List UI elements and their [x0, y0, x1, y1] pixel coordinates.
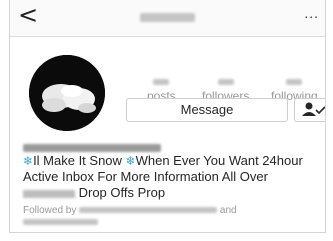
bio-text-c: Drop Offs Prop [75, 185, 166, 200]
snowflake-icon: ❄ [23, 154, 34, 168]
following-count [286, 79, 303, 85]
snowflake-icon: ❄ [125, 154, 136, 168]
followed-by[interactable]: Followed by and [23, 205, 323, 229]
message-button[interactable]: Message [126, 98, 288, 122]
profile-name [23, 144, 161, 152]
redacted-location [23, 189, 75, 198]
followed-by-more [23, 219, 98, 226]
top-bar: < ... [10, 0, 325, 37]
profile-screen: < ... posts followers following Message [9, 0, 326, 233]
followed-by-and: and [217, 205, 237, 216]
following-toggle-button[interactable] [294, 98, 325, 122]
avatar-image [29, 55, 105, 131]
posts-count [153, 79, 170, 85]
followers-count [217, 79, 234, 85]
followed-by-names [79, 207, 218, 214]
username-title [140, 13, 195, 22]
bio-text-a: Il Make It Snow [33, 153, 126, 168]
profile-avatar[interactable] [29, 55, 105, 131]
followed-by-prefix: Followed by [23, 205, 80, 216]
back-arrow-icon[interactable]: < [18, 1, 38, 29]
person-check-icon [302, 102, 325, 116]
profile-bio: ❄Il Make It Snow ❄When Ever You Want 24h… [23, 153, 323, 201]
more-options-icon[interactable]: ... [304, 5, 319, 21]
